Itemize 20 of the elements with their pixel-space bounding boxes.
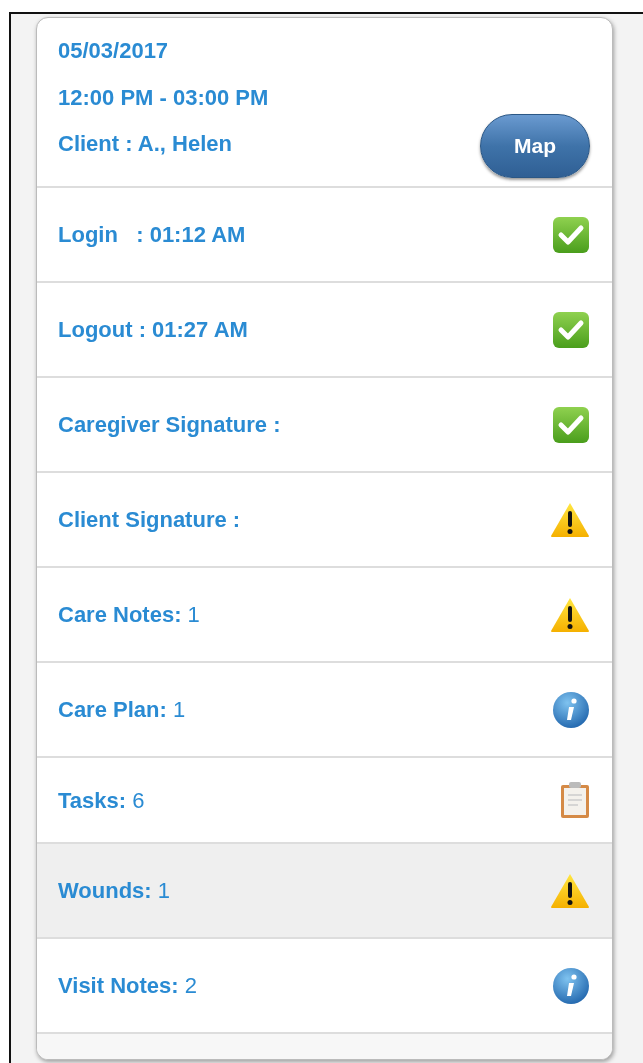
list-row[interactable]: Care Notes: 1 bbox=[37, 568, 612, 663]
list-row[interactable]: Login : 01:12 AM bbox=[37, 188, 612, 283]
list-row[interactable]: Logout : 01:27 AM bbox=[37, 283, 612, 378]
row-label: Care Notes: 1 bbox=[58, 601, 200, 629]
row-label: Logout : 01:27 AM bbox=[58, 316, 248, 344]
visit-date: 05/03/2017 bbox=[58, 39, 170, 64]
row-label: Login : 01:12 AM bbox=[58, 221, 246, 249]
row-label: Client Signature : bbox=[58, 506, 241, 534]
list-row[interactable]: Client Signature : bbox=[37, 473, 612, 568]
row-label: Tasks: 6 bbox=[58, 786, 145, 815]
list-row[interactable]: Caregiver Signature : bbox=[37, 378, 612, 473]
row-label: Wounds: 1 bbox=[58, 877, 171, 905]
row-label: Care Plan: 1 bbox=[58, 696, 186, 724]
row-label: Visit Notes: 2 bbox=[58, 972, 197, 1000]
list-row[interactable]: Wounds: 1 bbox=[37, 844, 612, 939]
client-name: Client : A., Helen bbox=[58, 131, 233, 156]
list-row[interactable]: Care Plan: 1 bbox=[37, 663, 612, 758]
row-label: Caregiver Signature : bbox=[58, 411, 281, 439]
visit-time: 12:00 PM - 03:00 PM bbox=[58, 85, 269, 110]
map-button[interactable]: Map bbox=[480, 114, 590, 178]
